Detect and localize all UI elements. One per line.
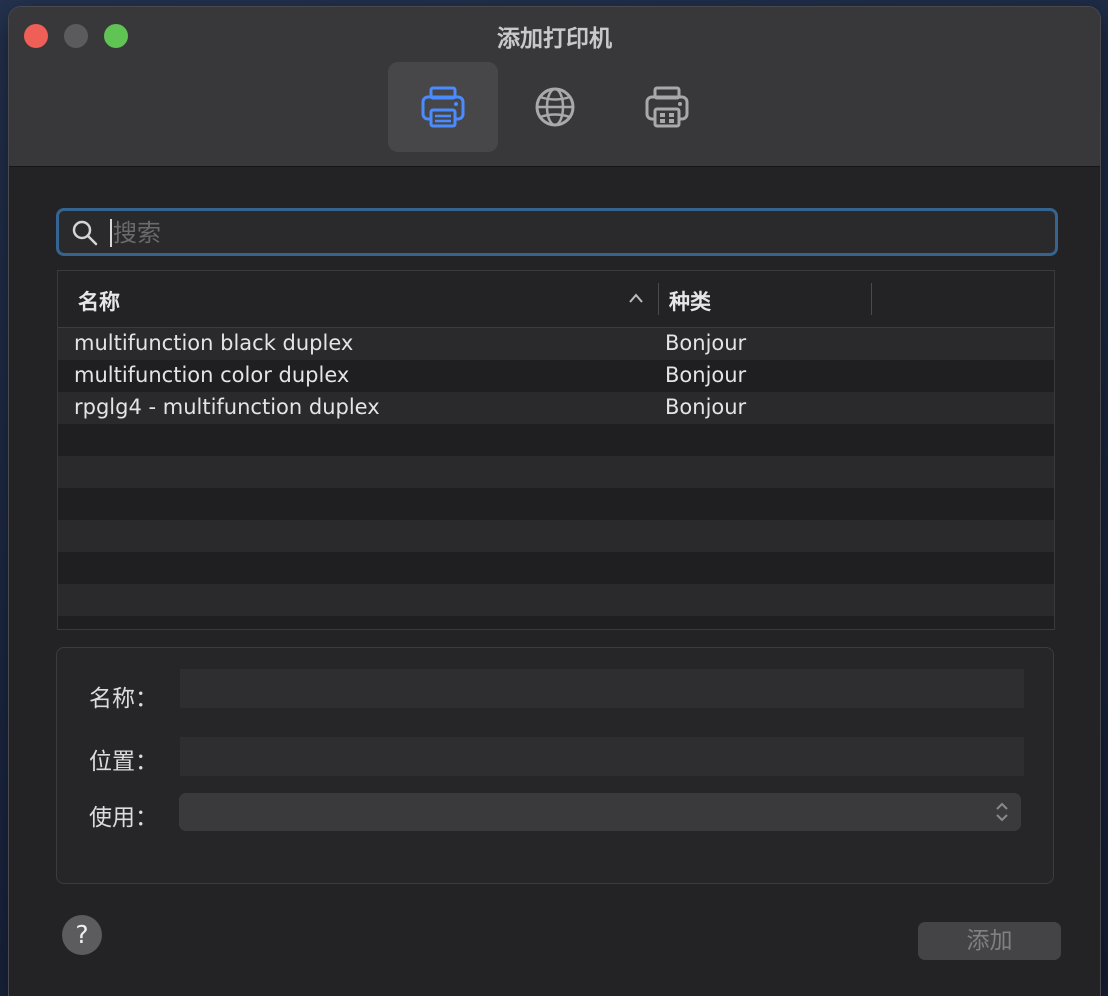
location-label: 位置： [89, 749, 158, 775]
empty-row [58, 552, 1054, 584]
add-printer-window: 添加打印机 搜索 名称 种类 multifunction black duple… [9, 7, 1100, 996]
printer-name-cell: multifunction color duplex [74, 363, 350, 387]
printer-name-cell: rpglg4 - multifunction duplex [74, 395, 380, 419]
empty-row [58, 616, 1054, 629]
location-field[interactable] [180, 737, 1024, 776]
printer-table: 名称 种类 multifunction black duplex Bonjour… [57, 270, 1055, 630]
add-button[interactable]: 添加 [918, 922, 1061, 960]
table-row[interactable]: multifunction color duplex Bonjour [58, 360, 1054, 392]
column-divider[interactable] [871, 283, 872, 315]
empty-row [58, 424, 1054, 456]
empty-row [58, 520, 1054, 552]
empty-row [58, 456, 1054, 488]
windows-printer-icon [645, 86, 689, 128]
titlebar: 添加打印机 [9, 7, 1100, 167]
search-field[interactable] [56, 208, 1058, 256]
search-icon [72, 220, 98, 246]
table-header: 名称 种类 [58, 271, 1054, 328]
window-title: 添加打印机 [497, 26, 612, 52]
table-row[interactable]: multifunction black duplex Bonjour [58, 328, 1054, 360]
toolbar-default-printer-button[interactable] [388, 62, 498, 152]
printer-kind-cell: Bonjour [665, 331, 747, 355]
name-field[interactable] [180, 669, 1024, 708]
printer-icon [421, 86, 465, 128]
use-label: 使用： [89, 805, 158, 831]
column-divider[interactable] [658, 283, 659, 315]
help-button[interactable]: ? [62, 915, 102, 955]
printer-name-cell: multifunction black duplex [74, 331, 354, 355]
search-input[interactable] [111, 215, 1035, 251]
use-driver-select[interactable] [179, 793, 1021, 831]
empty-row [58, 488, 1054, 520]
globe-icon [535, 87, 575, 127]
printer-kind-cell: Bonjour [665, 395, 747, 419]
toolbar-windows-printer-button[interactable] [612, 62, 722, 152]
sort-ascending-icon[interactable] [628, 291, 644, 307]
table-row[interactable]: rpglg4 - multifunction duplex Bonjour [58, 392, 1054, 424]
empty-row [58, 584, 1054, 616]
printer-kind-cell: Bonjour [665, 363, 747, 387]
column-header-name[interactable]: 名称 [78, 286, 120, 316]
chevron-up-down-icon [996, 802, 1008, 822]
printer-details-panel: 名称： 位置： 使用： [56, 647, 1054, 884]
column-header-kind[interactable]: 种类 [669, 286, 711, 316]
toolbar-ip-printer-button[interactable] [500, 62, 610, 152]
name-label: 名称： [89, 686, 158, 712]
